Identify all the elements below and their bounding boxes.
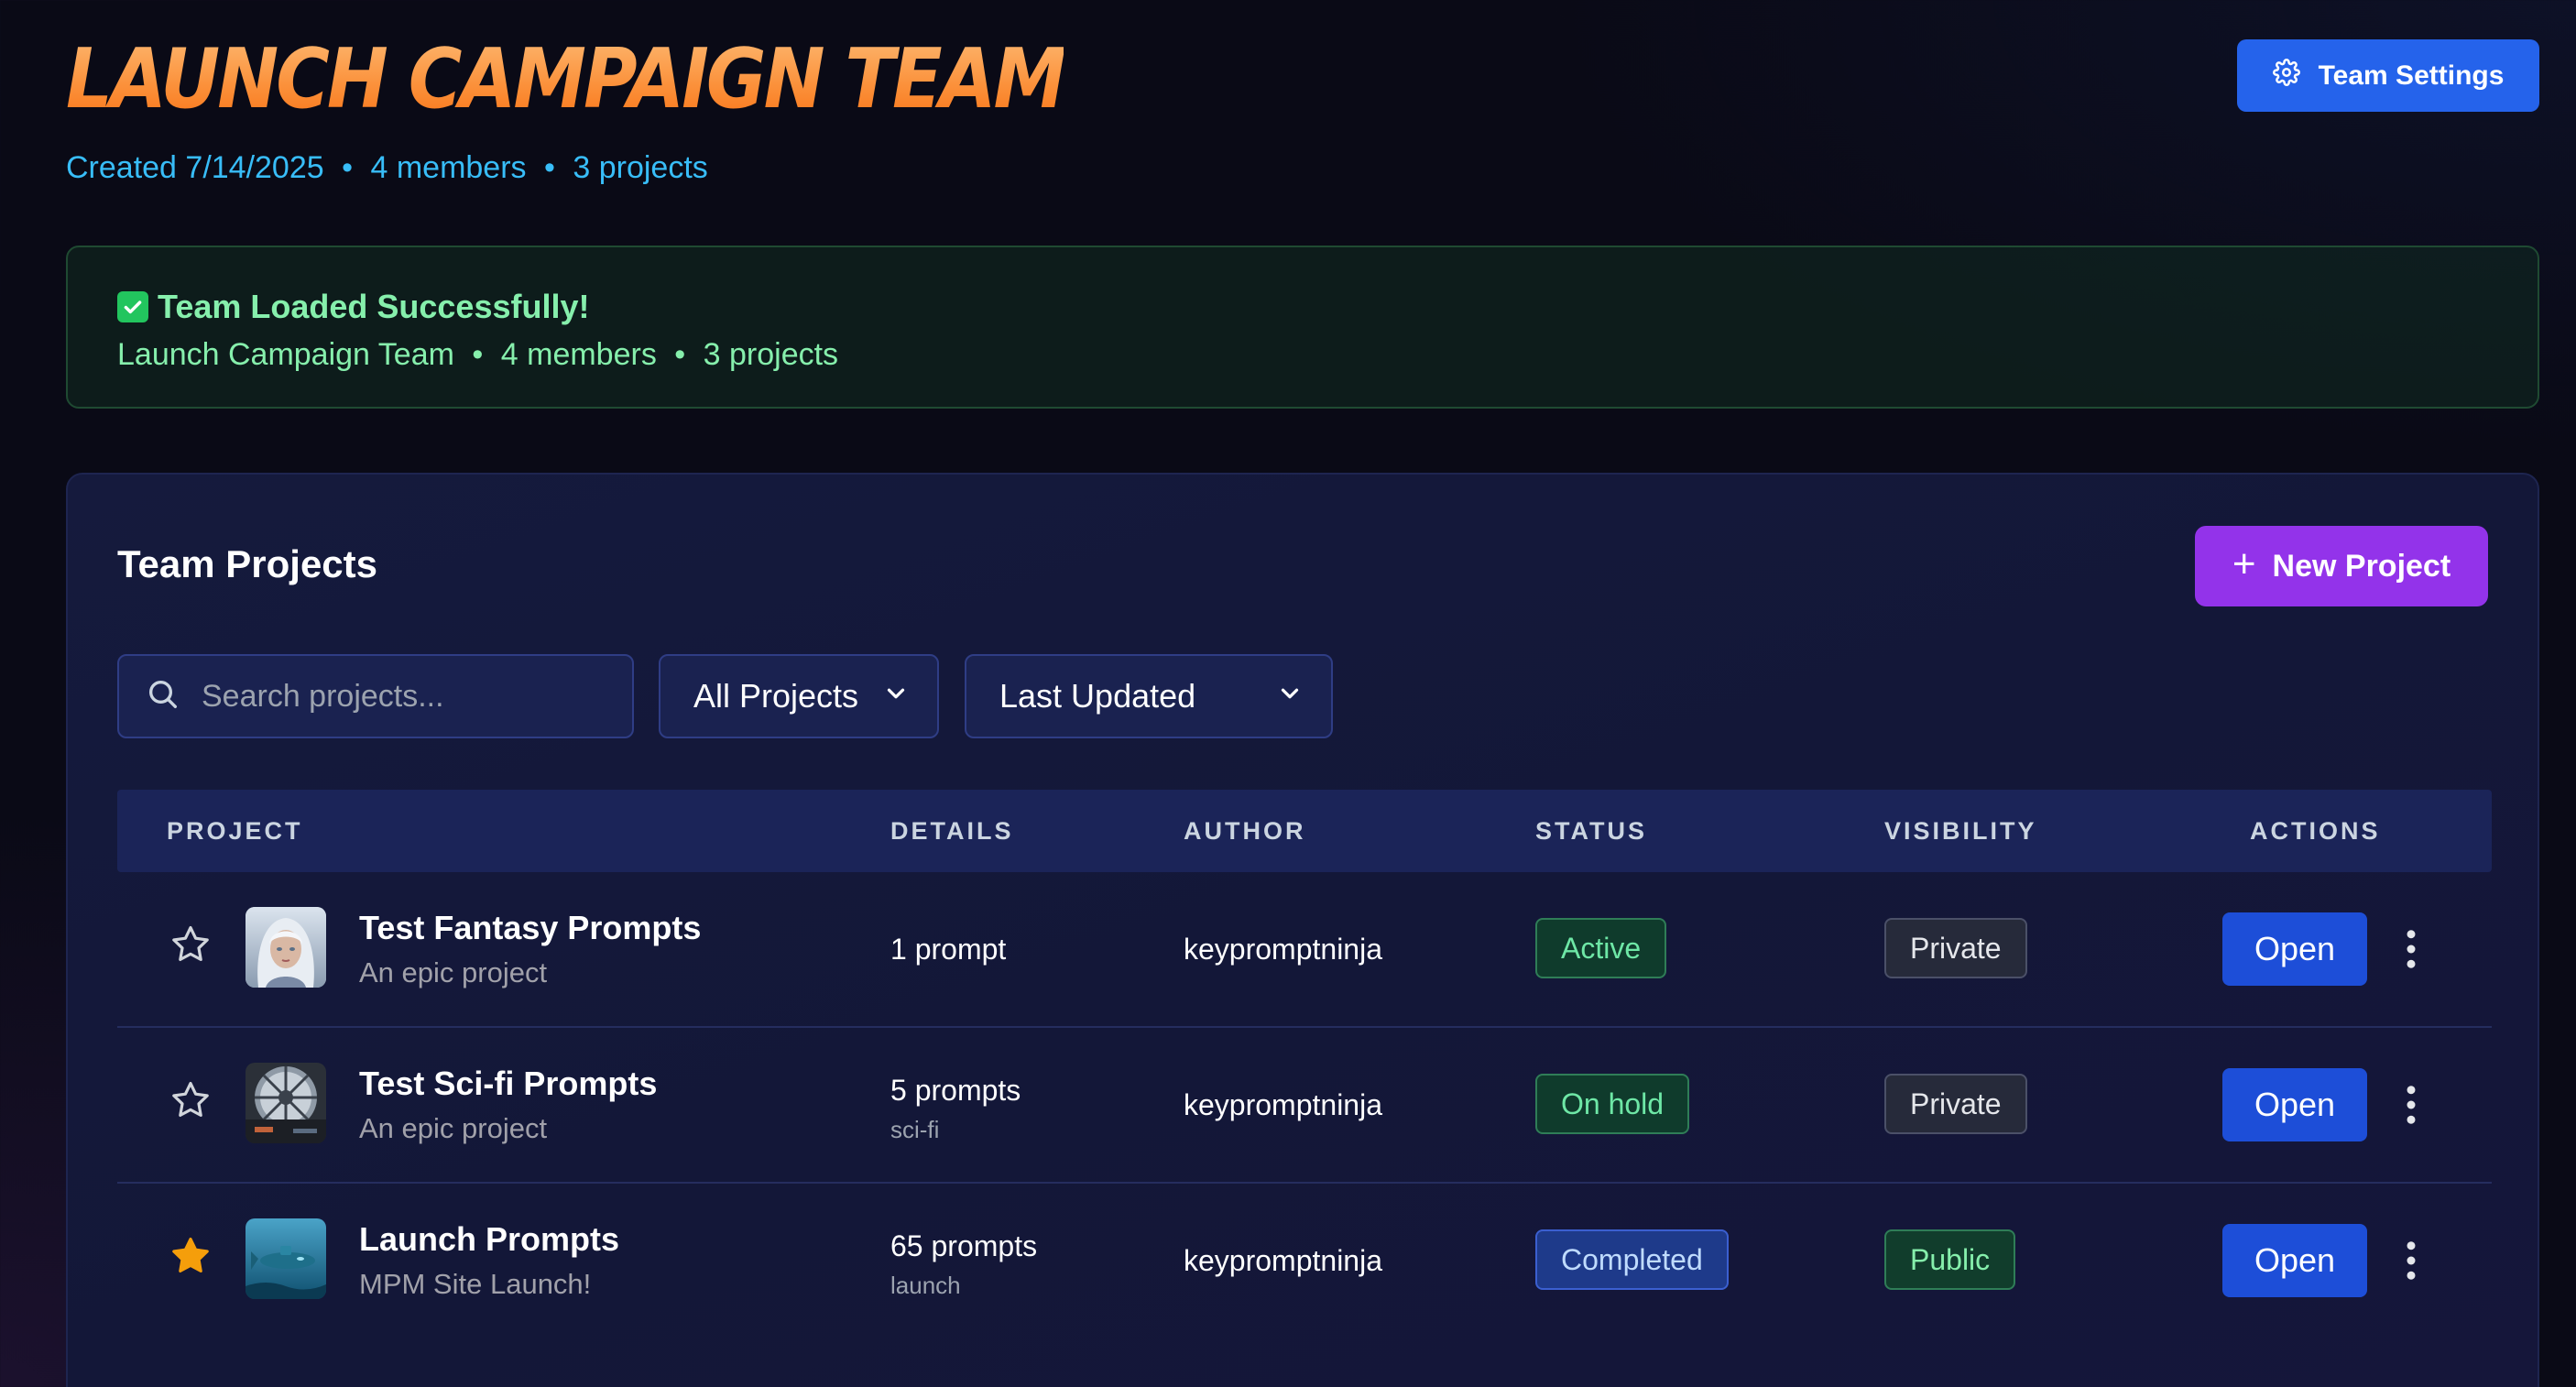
project-description: An epic project (359, 1112, 548, 1144)
separator: • (342, 150, 354, 185)
team-title: LAUNCH CAMPAIGN TEAM (66, 31, 1066, 127)
project-description: An epic project (359, 956, 548, 988)
new-project-label: New Project (2272, 548, 2451, 584)
member-count: 4 members (370, 150, 527, 185)
open-project-button[interactable]: Open (2222, 1224, 2367, 1297)
gear-icon (2272, 58, 2300, 93)
banner-project-count: 3 projects (703, 337, 839, 372)
created-date: Created 7/14/2025 (66, 150, 324, 185)
prompt-count: 1 prompt (890, 933, 1007, 966)
open-project-button[interactable]: Open (2222, 912, 2367, 986)
prompt-count: 5 prompts (890, 1074, 1021, 1107)
team-settings-label: Team Settings (2318, 60, 2505, 91)
open-project-button[interactable]: Open (2222, 1068, 2367, 1141)
table-row: Launch Prompts MPM Site Launch! 65 promp… (117, 1184, 2492, 1339)
banner-member-count: 4 members (500, 337, 657, 372)
separator: • (544, 150, 555, 185)
banner-title-text: Team Loaded Successfully! (158, 288, 590, 325)
star-outline-icon[interactable] (169, 923, 213, 967)
project-name[interactable]: Test Fantasy Prompts (359, 909, 701, 947)
chevron-down-icon (1276, 677, 1304, 715)
banner-team-name: Launch Campaign Team (117, 337, 454, 372)
fantasy-portrait-thumbnail (246, 907, 326, 988)
separator: • (472, 337, 484, 372)
success-banner: Team Loaded Successfully! Launch Campaig… (66, 246, 2539, 409)
check-icon (117, 291, 148, 322)
underwater-submarine-thumbnail (246, 1218, 326, 1299)
plus-icon: + (2232, 541, 2256, 586)
star-filled-icon[interactable] (169, 1234, 213, 1278)
project-filter-select[interactable]: All Projects (659, 654, 939, 738)
table-header: PROJECT DETAILS AUTHOR STATUS VISIBILITY… (117, 790, 2492, 872)
search-box[interactable] (117, 654, 634, 738)
team-settings-button[interactable]: Team Settings (2237, 39, 2539, 112)
star-outline-icon[interactable] (169, 1078, 213, 1122)
scifi-cockpit-thumbnail (246, 1063, 326, 1143)
column-header-project[interactable]: PROJECT (167, 790, 303, 872)
status-badge: On hold (1535, 1074, 1690, 1134)
new-project-button[interactable]: + New Project (2195, 526, 2488, 606)
search-input[interactable] (202, 678, 623, 715)
project-name[interactable]: Test Sci-fi Prompts (359, 1065, 657, 1103)
column-header-status[interactable]: STATUS (1535, 790, 1647, 872)
project-author: keypromptninja (1184, 933, 1382, 966)
status-badge: Completed (1535, 1229, 1729, 1290)
status-badge: Active (1535, 918, 1667, 978)
project-author: keypromptninja (1184, 1088, 1382, 1121)
more-options-icon[interactable] (2384, 922, 2439, 977)
project-tag: launch (890, 1272, 961, 1299)
project-name[interactable]: Launch Prompts (359, 1220, 619, 1259)
visibility-badge: Private (1884, 1074, 2027, 1134)
sort-select[interactable]: Last Updated (965, 654, 1333, 738)
prompt-count: 65 prompts (890, 1229, 1038, 1262)
table-row: Test Fantasy Prompts An epic project 1 p… (117, 872, 2492, 1028)
project-tag: sci-fi (890, 1116, 940, 1143)
project-author: keypromptninja (1184, 1244, 1382, 1277)
team-projects-panel: Team Projects + New Project All Projects… (66, 473, 2539, 1387)
column-header-author[interactable]: AUTHOR (1184, 790, 1306, 872)
more-options-icon[interactable] (2384, 1233, 2439, 1288)
search-icon (145, 676, 181, 717)
banner-title: Team Loaded Successfully! (117, 288, 589, 326)
project-filter-value: All Projects (693, 677, 859, 715)
column-header-visibility[interactable]: VISIBILITY (1884, 790, 2037, 872)
panel-title: Team Projects (117, 542, 378, 585)
column-header-actions: ACTIONS (2250, 817, 2381, 845)
column-header-details[interactable]: DETAILS (890, 790, 1014, 872)
project-description: MPM Site Launch! (359, 1268, 592, 1300)
banner-details: Launch Campaign Team • 4 members • 3 pro… (117, 337, 838, 373)
separator: • (674, 337, 686, 372)
project-count: 3 projects (573, 150, 708, 185)
chevron-down-icon (882, 677, 910, 715)
table-row: Test Sci-fi Prompts An epic project 5 pr… (117, 1028, 2492, 1184)
team-meta: Created 7/14/2025 • 4 members • 3 projec… (66, 150, 708, 186)
visibility-badge: Private (1884, 918, 2027, 978)
more-options-icon[interactable] (2384, 1077, 2439, 1132)
sort-value: Last Updated (999, 677, 1196, 715)
visibility-badge: Public (1884, 1229, 2016, 1290)
